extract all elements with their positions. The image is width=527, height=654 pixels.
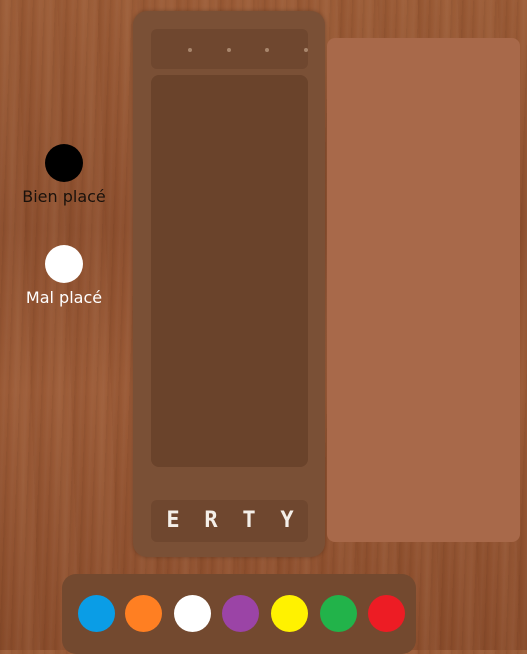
hidden-code-row [151, 29, 308, 69]
key-e[interactable]: E [161, 509, 185, 533]
color-peg-orange[interactable] [125, 595, 162, 632]
legend-misplaced: Mal placé [0, 245, 128, 307]
key-r[interactable]: R [199, 509, 223, 533]
color-peg-white[interactable] [174, 595, 211, 632]
feedback-panel [327, 38, 520, 542]
white-peg-icon [45, 245, 83, 283]
legend-well-placed-label: Bien placé [22, 187, 106, 206]
legend-well-placed: Bien placé [0, 144, 128, 206]
key-t[interactable]: T [237, 509, 261, 533]
hidden-slot-icon [304, 48, 308, 52]
color-peg-green[interactable] [320, 595, 357, 632]
color-palette [62, 574, 416, 654]
color-peg-yellow[interactable] [271, 595, 308, 632]
key-row: E R T Y [151, 500, 308, 542]
color-peg-purple[interactable] [222, 595, 259, 632]
hidden-slot-icon [227, 48, 231, 52]
hidden-slot-icon [188, 48, 192, 52]
game-board: E R T Y [133, 11, 325, 557]
guess-area[interactable] [151, 75, 308, 467]
hidden-slot-icon [265, 48, 269, 52]
black-peg-icon [45, 144, 83, 182]
color-peg-red[interactable] [368, 595, 405, 632]
color-peg-blue[interactable] [78, 595, 115, 632]
legend-misplaced-label: Mal placé [25, 288, 103, 307]
key-y[interactable]: Y [275, 509, 299, 533]
